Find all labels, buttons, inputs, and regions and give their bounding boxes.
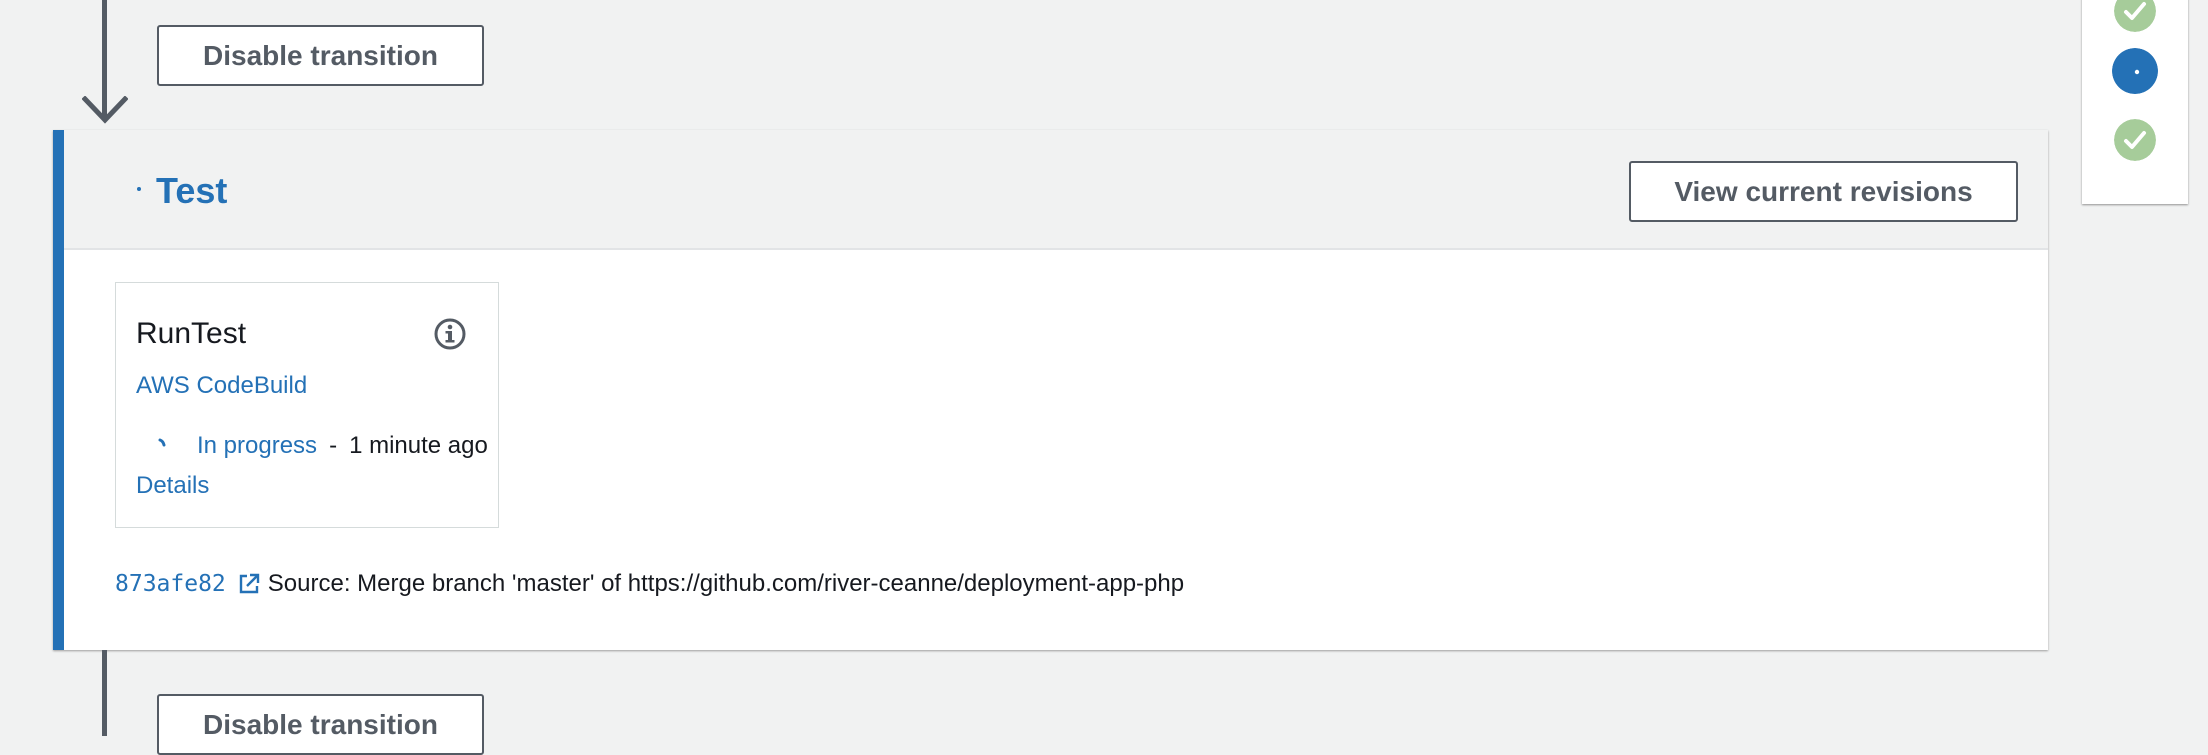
action-name: RunTest (136, 317, 247, 350)
spinner-icon (137, 187, 141, 191)
action-card: RunTest AWS CodeBuild In progress - 1 mi… (115, 282, 499, 528)
check-circle-icon[interactable] (2114, 0, 2156, 32)
stage-title: Test (156, 170, 228, 211)
spinner-icon (158, 438, 166, 447)
check-circle-icon[interactable] (2114, 119, 2156, 161)
action-status-time: 1 minute ago (349, 432, 488, 459)
commit-message: Source: Merge branch 'master' of https:/… (267, 570, 1185, 597)
transition-connector-bottom (102, 650, 107, 736)
disable-transition-button-top[interactable]: Disable transition (157, 25, 484, 86)
disable-transition-button-bottom[interactable]: Disable transition (157, 694, 484, 755)
commit-id-link[interactable]: 873afe82 (115, 571, 226, 597)
external-link-icon[interactable] (238, 573, 260, 595)
view-current-revisions-button[interactable]: View current revisions (1629, 161, 2018, 222)
info-icon[interactable] (433, 317, 467, 351)
action-status-link[interactable]: In progress (197, 432, 317, 460)
arrow-down-icon (82, 96, 128, 124)
spinner-icon[interactable] (2112, 48, 2158, 94)
stage-card: Test View current revisions RunTest AWS … (53, 130, 2048, 650)
stage-progress-panel (2082, 0, 2188, 204)
action-status-row: In progress - 1 minute ago (136, 432, 488, 460)
action-provider-link[interactable]: AWS CodeBuild (136, 372, 307, 400)
revision-row: 873afe82 Source: Merge branch 'master' o… (115, 570, 1184, 598)
status-separator: - (329, 432, 338, 459)
action-details-link[interactable]: Details (136, 472, 209, 500)
stage-header: Test View current revisions (64, 130, 2048, 250)
